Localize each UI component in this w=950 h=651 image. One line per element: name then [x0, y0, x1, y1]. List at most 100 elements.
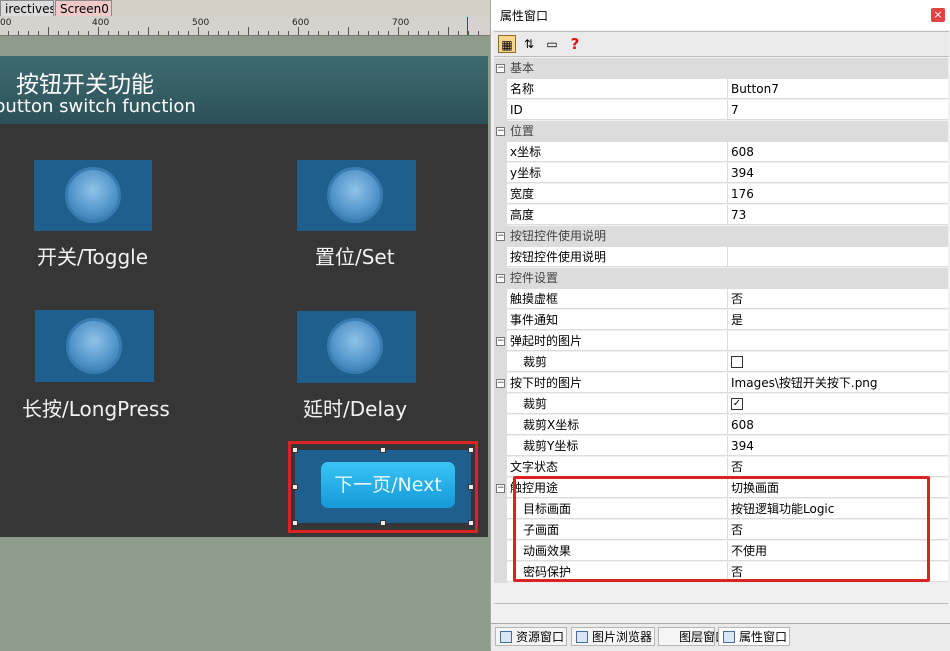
set-button-widget[interactable] [297, 160, 416, 231]
property-value[interactable] [728, 352, 948, 372]
ruler-tick [438, 31, 439, 35]
property-row[interactable]: 按钮控件使用说明 [494, 247, 948, 268]
property-row[interactable]: 触摸虚框 否 [494, 289, 948, 310]
property-value[interactable]: 608 [728, 142, 948, 162]
ruler-tick [258, 31, 259, 35]
ruler-tick [88, 31, 89, 35]
ruler-tick [408, 31, 409, 35]
property-row[interactable]: 裁剪 ✓ [494, 394, 948, 415]
bottom-tab-bar: 资源窗口 图片浏览器 图层窗口 属性窗口 [491, 623, 950, 651]
property-row[interactable]: 高度 73 [494, 205, 948, 226]
ruler-tick [188, 31, 189, 35]
tab-screen0[interactable]: Screen0 [55, 0, 112, 16]
row-gutter [494, 499, 507, 520]
property-row[interactable]: − 按下时的图片 Images\按钮开关按下.png [494, 373, 948, 394]
property-value[interactable]: 394 [728, 163, 948, 183]
ruler-tick [448, 27, 449, 35]
toggle-button-widget[interactable] [34, 160, 152, 231]
ruler-tick [428, 31, 429, 35]
ruler-tick [168, 31, 169, 35]
ruler-tick [118, 31, 119, 35]
property-value[interactable]: 否 [728, 457, 948, 477]
property-row[interactable]: 文字状态 否 [494, 457, 948, 478]
property-name: 裁剪Y坐标 [507, 436, 728, 456]
canvas-background [0, 537, 490, 650]
collapse-icon[interactable]: − [496, 337, 505, 346]
category-label: 控件设置 [510, 271, 559, 285]
property-value[interactable]: Button7 [728, 79, 948, 99]
property-description-pane [494, 603, 948, 624]
property-value[interactable]: 176 [728, 184, 948, 204]
row-gutter [494, 394, 507, 415]
ruler-tick [208, 31, 209, 35]
collapse-icon[interactable]: − [496, 484, 505, 493]
ruler-label: 500 [192, 18, 210, 28]
ruler-tick [298, 27, 299, 35]
ruler-tick [348, 27, 349, 35]
property-row[interactable]: ID 7 [494, 100, 948, 121]
ruler-tick [458, 31, 459, 35]
property-pages-icon[interactable]: ▭ [543, 35, 561, 53]
property-value[interactable] [728, 331, 948, 351]
property-value[interactable]: 73 [728, 205, 948, 225]
property-value[interactable]: 7 [728, 100, 948, 120]
tab-image-browser[interactable]: 图片浏览器 [571, 627, 655, 646]
close-icon[interactable]: × [931, 8, 945, 22]
row-gutter [494, 415, 507, 436]
category-basic[interactable]: − 基本 [494, 58, 948, 79]
property-row[interactable]: 事件通知 是 [494, 310, 948, 331]
category-position[interactable]: − 位置 [494, 121, 948, 142]
property-row[interactable]: 裁剪X坐标 608 [494, 415, 948, 436]
tab-directives[interactable]: irectives [0, 0, 54, 16]
property-row[interactable]: 名称 Button7 [494, 79, 948, 100]
property-name: 触摸虚框 [507, 289, 728, 309]
property-row[interactable]: y坐标 394 [494, 163, 948, 184]
property-name: ID [507, 100, 728, 120]
property-value[interactable]: 608 [728, 415, 948, 435]
category-label: 基本 [510, 61, 535, 75]
property-row[interactable]: 裁剪Y坐标 394 [494, 436, 948, 457]
toggle-caption: 开关/Toggle [37, 245, 149, 269]
collapse-icon[interactable]: − [496, 127, 505, 136]
ruler-tick [78, 31, 79, 35]
delay-button-widget[interactable] [297, 311, 416, 383]
collapse-icon[interactable]: − [496, 232, 505, 241]
ruler-tick [398, 27, 399, 35]
ruler-tick [158, 31, 159, 35]
tab-layer-window[interactable]: 图层窗口 [658, 627, 727, 646]
property-row[interactable]: 裁剪 [494, 352, 948, 373]
property-row[interactable]: − 弹起时的图片 [494, 331, 948, 352]
property-value[interactable]: 394 [728, 436, 948, 456]
row-gutter [494, 100, 507, 121]
ruler-tick [268, 31, 269, 35]
categorized-view-icon[interactable]: ▦ [498, 35, 516, 53]
press-crop-checkbox[interactable]: ✓ [731, 397, 743, 410]
category-usage[interactable]: − 按钮控件使用说明 [494, 226, 948, 247]
collapse-icon[interactable]: − [496, 379, 505, 388]
property-toolbar: ▦ ⇅ ▭ ? [494, 31, 949, 57]
property-value[interactable]: ✓ [728, 394, 948, 414]
screen-title-cn: 按钮开关功能 [16, 72, 154, 98]
grid-icon [723, 631, 735, 643]
collapse-icon[interactable]: − [496, 274, 505, 283]
tab-property-window[interactable]: 属性窗口 [718, 627, 790, 646]
property-row[interactable]: x坐标 608 [494, 142, 948, 163]
property-value[interactable]: 是 [728, 310, 948, 330]
row-gutter [494, 520, 507, 541]
ruler-tick [378, 31, 379, 35]
ruler-tick [308, 31, 309, 35]
property-value[interactable] [728, 247, 948, 267]
set-caption: 置位/Set [315, 245, 395, 269]
alphabetical-sort-icon[interactable]: ⇅ [520, 35, 538, 53]
longpress-button-widget[interactable] [35, 310, 154, 382]
popup-crop-checkbox[interactable] [731, 355, 743, 368]
collapse-icon[interactable]: − [496, 64, 505, 73]
help-icon[interactable]: ? [566, 35, 584, 53]
property-row[interactable]: 宽度 176 [494, 184, 948, 205]
category-settings[interactable]: − 控件设置 [494, 268, 948, 289]
property-value[interactable]: Images\按钮开关按下.png [728, 373, 948, 393]
property-value[interactable]: 否 [728, 289, 948, 309]
row-gutter [494, 163, 507, 184]
tab-resource-window[interactable]: 资源窗口 [495, 627, 567, 646]
row-gutter [494, 289, 507, 310]
